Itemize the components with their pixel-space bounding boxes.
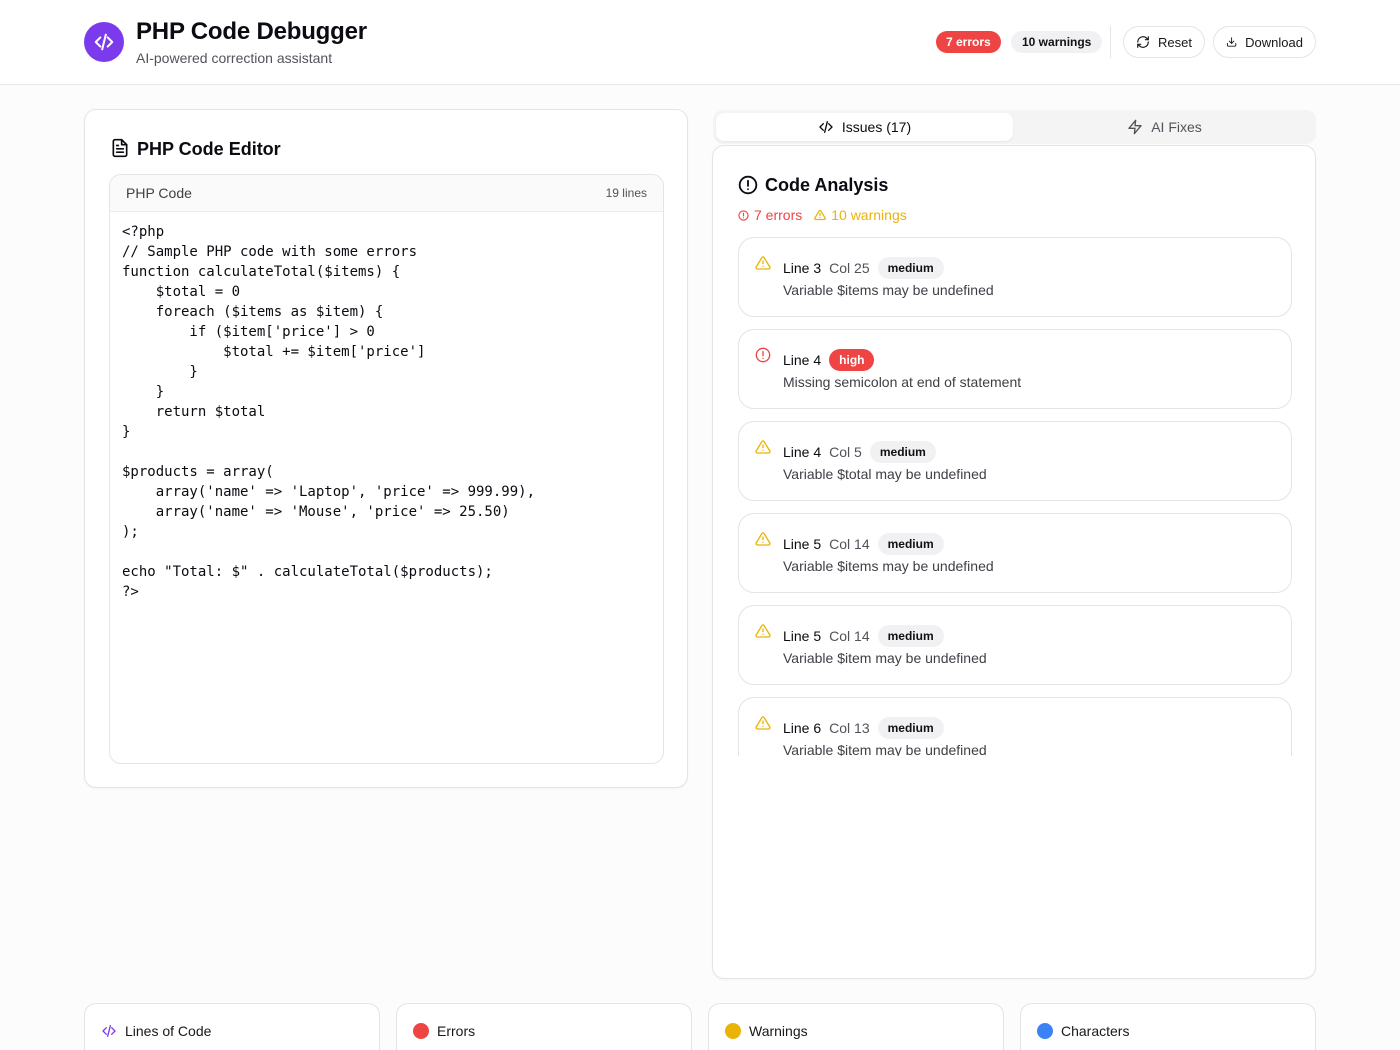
issue-col: Col 5 xyxy=(829,444,862,460)
stat-label: Warnings xyxy=(749,1023,808,1039)
severity-badge: medium xyxy=(877,533,944,555)
stat-warnings: Warnings xyxy=(708,1003,1004,1050)
issue-line: Line 4 xyxy=(783,444,822,460)
editor-card: PHP Code Editor PHP Code 19 lines <?php … xyxy=(84,109,688,788)
warning-triangle-icon xyxy=(814,209,827,221)
code-analysis-panel: Code Analysis 7 errors 10 warnings Line … xyxy=(712,145,1316,979)
issue-location: Line 5 Col 14 medium xyxy=(783,533,944,555)
issue-card[interactable]: Line 4 Col 5 medium Variable $total may … xyxy=(738,421,1292,501)
warnings-summary-text: 10 warnings xyxy=(831,207,907,223)
app-title: PHP Code Debugger xyxy=(136,18,367,45)
issue-card[interactable]: Line 5 Col 14 medium Variable $item may … xyxy=(738,605,1292,685)
yellow-dot-icon xyxy=(725,1023,741,1039)
tab-issues-label: Issues (17) xyxy=(841,119,912,135)
code-editor-header: PHP Code 19 lines xyxy=(110,175,663,212)
issue-col: Col 14 xyxy=(829,536,870,552)
issue-line: Line 5 xyxy=(783,536,822,552)
download-icon xyxy=(1226,37,1237,47)
issue-line: Line 4 xyxy=(783,352,822,368)
line-count: 19 lines xyxy=(605,186,647,200)
red-dot-icon xyxy=(413,1023,429,1039)
issue-location: Line 6 Col 13 medium xyxy=(783,717,944,739)
issue-message: Variable $item may be undefined xyxy=(783,650,987,666)
stat-lines-of-code: Lines of Code xyxy=(84,1003,380,1050)
warnings-summary: 10 warnings xyxy=(814,207,907,223)
refresh-icon xyxy=(1137,36,1149,48)
stat-label: Characters xyxy=(1061,1023,1130,1039)
issue-card[interactable]: Line 3 Col 25 medium Variable $items may… xyxy=(738,237,1292,317)
issue-message: Missing semicolon at end of statement xyxy=(783,374,1022,390)
issue-card[interactable]: Line 4 high Missing semicolon at end of … xyxy=(738,329,1292,409)
warning-triangle-icon xyxy=(755,256,771,270)
stat-label: Errors xyxy=(437,1023,476,1039)
tab-ai-fixes[interactable]: AI Fixes xyxy=(1016,113,1313,141)
download-label: Download xyxy=(1245,34,1303,50)
issue-message: Variable $item may be undefined xyxy=(783,742,987,756)
issue-line: Line 3 xyxy=(783,260,822,276)
issue-col: Col 13 xyxy=(829,720,870,736)
analysis-title: Code Analysis xyxy=(765,175,889,195)
reset-label: Reset xyxy=(1158,34,1192,50)
issue-message: Variable $total may be undefined xyxy=(783,466,987,482)
warning-triangle-icon xyxy=(755,440,771,454)
issue-list: Line 3 Col 25 medium Variable $items may… xyxy=(738,237,1292,756)
stat-errors: Errors xyxy=(396,1003,692,1050)
tab-bar: Issues (17) AI Fixes xyxy=(713,110,1316,144)
issue-line: Line 5 xyxy=(783,628,822,644)
code-label: PHP Code xyxy=(126,185,192,201)
errors-summary: 7 errors xyxy=(738,207,802,223)
issue-message: Variable $items may be undefined xyxy=(783,558,994,574)
error-circle-icon xyxy=(738,209,749,221)
severity-badge: high xyxy=(829,349,875,371)
issue-location: Line 4 Col 5 medium xyxy=(783,441,936,463)
tab-ai-fixes-label: AI Fixes xyxy=(1151,119,1202,135)
severity-badge: medium xyxy=(877,717,944,739)
issue-col: Col 25 xyxy=(829,260,870,276)
errors-badge: 7 errors xyxy=(936,31,1001,53)
editor-title: PHP Code Editor xyxy=(137,139,281,159)
blue-dot-icon xyxy=(1037,1023,1053,1039)
severity-badge: medium xyxy=(877,257,944,279)
app-subtitle: AI-powered correction assistant xyxy=(136,50,333,66)
issue-col: Col 14 xyxy=(829,628,870,644)
warning-triangle-icon xyxy=(755,532,771,546)
severity-badge: medium xyxy=(877,625,944,647)
tab-issues[interactable]: Issues (17) xyxy=(716,113,1013,141)
issue-card[interactable]: Line 6 Col 13 medium Variable $item may … xyxy=(738,697,1292,756)
issue-location: Line 3 Col 25 medium xyxy=(783,257,944,279)
warnings-badge: 10 warnings xyxy=(1011,31,1103,53)
lightning-icon xyxy=(1128,119,1142,135)
errors-summary-text: 7 errors xyxy=(754,207,803,223)
header-divider xyxy=(1110,26,1111,58)
code-icon xyxy=(102,1025,116,1037)
severity-badge: medium xyxy=(869,441,936,463)
error-circle-icon xyxy=(755,347,771,363)
stat-label: Lines of Code xyxy=(125,1023,212,1039)
issue-location: Line 5 Col 14 medium xyxy=(783,625,944,647)
download-button[interactable]: Download xyxy=(1213,26,1316,58)
analysis-summary: 7 errors 10 warnings xyxy=(738,207,907,223)
code-icon xyxy=(84,22,124,62)
reset-button[interactable]: Reset xyxy=(1123,26,1205,58)
warning-triangle-icon xyxy=(755,716,771,730)
issue-location: Line 4 high xyxy=(783,349,875,371)
issue-line: Line 6 xyxy=(783,720,822,736)
code-editor[interactable]: PHP Code 19 lines <?php // Sample PHP co… xyxy=(109,174,664,764)
file-text-icon xyxy=(112,138,128,158)
app-header: PHP Code Debugger AI-powered correction … xyxy=(0,0,1400,85)
stat-characters: Characters xyxy=(1020,1003,1316,1050)
alert-circle-icon xyxy=(738,175,758,195)
issue-card[interactable]: Line 5 Col 14 medium Variable $items may… xyxy=(738,513,1292,593)
issue-message: Variable $items may be undefined xyxy=(783,282,994,298)
warning-triangle-icon xyxy=(755,624,771,638)
code-icon xyxy=(819,121,833,133)
code-textarea[interactable]: <?php // Sample PHP code with some error… xyxy=(110,212,663,612)
